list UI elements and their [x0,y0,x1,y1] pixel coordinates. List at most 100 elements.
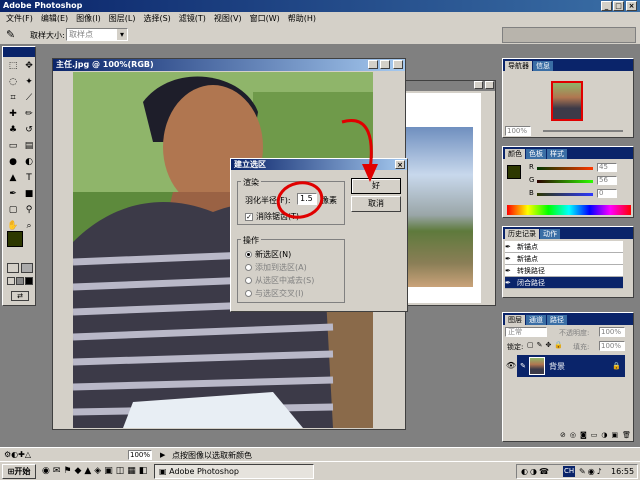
folder-icon[interactable]: ▭ [591,431,598,441]
link-icon[interactable]: ⊘ [560,431,566,441]
menu-select[interactable]: 选择(S) [139,13,174,25]
menu-help[interactable]: 帮助(H) [284,13,320,25]
landscape-close-button[interactable] [485,81,494,89]
eraser-tool-icon[interactable]: ▭ [6,140,20,154]
path-select-icon[interactable]: ▲ [6,172,20,186]
eyedropper-icon[interactable]: ✎ [6,28,20,42]
foreground-color-swatch[interactable] [7,231,23,247]
navigator-zoom-slider[interactable] [543,130,623,132]
g-slider[interactable] [537,180,593,183]
history-item[interactable]: ✒ 转换路径 [505,265,623,277]
op-intersect-radio[interactable] [245,290,252,297]
status-zoom-field[interactable]: 100% [128,450,152,460]
notes-tool-icon[interactable]: ▢ [6,204,20,218]
tray-icons[interactable]: ◐◑☎ [521,465,551,478]
op-new-radio[interactable] [245,251,252,258]
doc-close-button[interactable] [393,60,403,69]
close-button[interactable]: × [626,1,637,11]
history-item-selected[interactable]: ✒ 闭合路径 [505,277,623,289]
menu-file[interactable]: 文件(F) [2,13,37,25]
menu-window[interactable]: 窗口(W) [246,13,284,25]
slice-tool-icon[interactable]: ⟋ [22,92,36,106]
menu-edit[interactable]: 编辑(E) [37,13,72,25]
new-layer-icon[interactable]: ▣ [611,431,618,441]
brush-tool-icon[interactable]: ✏ [22,108,36,122]
tab-actions[interactable]: 动作 [540,229,560,239]
color-ramp[interactable] [507,205,631,215]
b-slider[interactable] [537,193,593,196]
layer-style-icon[interactable]: ◎ [570,431,576,441]
menu-image[interactable]: 图像(I) [72,13,105,25]
screen-mode-full-icon[interactable] [16,277,24,285]
menu-layer[interactable]: 图层(L) [105,13,140,25]
tab-styles[interactable]: 样式 [547,149,567,159]
navigator-zoom-field[interactable]: 100% [505,126,531,136]
menu-view[interactable]: 视图(V) [210,13,246,25]
gradient-tool-icon[interactable]: ▤ [22,140,36,154]
mask-icon[interactable]: ◙ [580,431,587,441]
op-subtract-radio[interactable] [245,277,252,284]
tray-icons-right[interactable]: ✎◉♪ [579,465,604,478]
color-fg-swatch[interactable] [507,165,521,179]
shape-tool-icon[interactable]: ■ [22,188,36,202]
clone-stamp-icon[interactable]: ♣ [6,124,20,138]
doc-minimize-button[interactable] [368,60,378,69]
history-brush-icon[interactable]: ↺ [22,124,36,138]
tab-paths[interactable]: 路径 [547,315,567,325]
b-input[interactable]: 0 [597,189,617,198]
tab-color[interactable]: 颜色 [505,149,525,159]
op-add-selection[interactable]: 添加到选区(A) [245,262,307,273]
tab-layers[interactable]: 图层 [505,315,525,325]
dodge-tool-icon[interactable]: ◐ [22,156,36,170]
g-input[interactable]: 56 [597,176,617,185]
start-button[interactable]: ⊞开始 [2,464,36,479]
magic-wand-icon[interactable]: ✦ [22,76,36,90]
move-tool-icon[interactable]: ✥ [22,60,36,74]
quickmask-on-icon[interactable] [21,263,33,273]
history-item[interactable]: ✒ 新锚点 [505,241,623,253]
jump-to-imageready-icon[interactable]: ⇄ [11,291,29,301]
palette-well[interactable] [502,27,636,43]
lock-icons[interactable]: ▢✎✥🔒 [527,341,566,349]
adjustment-icon[interactable]: ◑ [601,431,607,441]
crop-tool-icon[interactable]: ⌗ [6,92,20,106]
quickmask-off-icon[interactable] [7,263,19,273]
tab-swatches[interactable]: 色板 [526,149,546,159]
quicklaunch-icons[interactable]: ◉✉⚑◆▲◈▣◫▦◧ [42,466,150,476]
marquee-tool-icon[interactable]: ⬚ [6,60,20,74]
fill-input[interactable]: 100% [599,341,625,351]
zoom-tool-icon[interactable]: ⌕ [22,220,36,234]
input-method-indicator[interactable]: CH [563,466,576,477]
tab-history[interactable]: 历史记录 [505,229,539,239]
maximize-button[interactable]: □ [613,1,624,11]
tab-navigator[interactable]: 导航器 [505,61,532,71]
op-intersect-selection[interactable]: 与选区交叉(I) [245,288,304,299]
screen-mode-black-icon[interactable] [25,277,33,285]
blur-tool-icon[interactable]: ● [6,156,20,170]
landscape-minimize-button[interactable] [474,81,483,89]
healing-brush-icon[interactable]: ✚ [6,108,20,122]
op-subtract-selection[interactable]: 从选区中减去(S) [245,275,314,286]
tab-channels[interactable]: 通道 [526,315,546,325]
r-slider[interactable] [537,167,593,170]
r-input[interactable]: 45 [597,163,617,172]
opacity-input[interactable]: 100% [599,327,625,337]
navigator-thumbnail[interactable] [551,81,583,121]
op-add-radio[interactable] [245,264,252,271]
eye-icon[interactable]: 👁 [505,355,517,377]
task-photoshop[interactable]: ▣ Adobe Photoshop [154,464,314,479]
history-item[interactable]: ✒ 新锚点 [505,253,623,265]
layer-row-background[interactable]: 👁 ✎ 背景 🔒 [505,355,625,377]
trash-icon[interactable]: 🗑 [622,431,631,441]
tab-info[interactable]: 信息 [533,61,553,71]
type-tool-icon[interactable]: T [22,172,36,186]
screen-mode-icon[interactable] [7,277,15,285]
eyedropper-tool-icon[interactable]: ⚲ [22,204,36,218]
lasso-tool-icon[interactable]: ◌ [6,76,20,90]
sample-size-select[interactable]: 取样点 ▾ [66,28,128,41]
doc-maximize-button[interactable] [380,60,390,69]
pen-tool-icon[interactable]: ✒ [6,188,20,202]
op-new-selection[interactable]: 新选区(N) [245,249,291,260]
blend-mode-select[interactable]: 正常 [505,327,547,337]
minimize-button[interactable]: _ [601,1,612,11]
